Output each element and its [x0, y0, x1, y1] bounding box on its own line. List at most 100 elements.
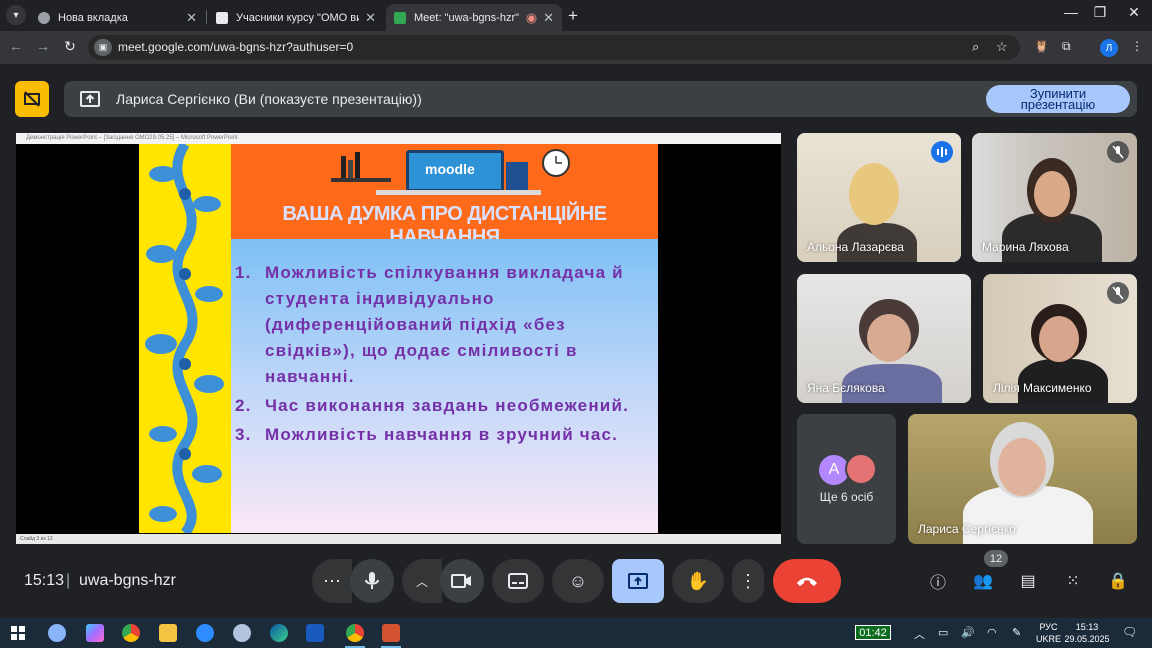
- avatar: [845, 453, 877, 485]
- chrome-profile-icon[interactable]: [346, 624, 364, 642]
- video-person: [1039, 316, 1079, 362]
- forward-icon[interactable]: →: [33, 38, 53, 54]
- captions-icon: [508, 573, 528, 589]
- slide: moodle ВАША ДУМКА ПРО ДИСТАНЦІЙНЕ НАВЧАН…: [139, 144, 658, 533]
- edge-icon[interactable]: [270, 624, 288, 642]
- microphone-button[interactable]: [350, 559, 394, 603]
- file-explorer-icon[interactable]: [159, 624, 177, 642]
- profile-avatar[interactable]: Л: [1100, 39, 1118, 57]
- others-count-label: Ще 6 осіб: [819, 490, 874, 504]
- desk-image: [376, 190, 541, 195]
- camera-icon: [451, 574, 471, 588]
- site-info-icon[interactable]: ▣: [94, 39, 112, 56]
- address-bar[interactable]: ▣ meet.google.com/uwa-bgns-hzr?authuser=…: [88, 35, 1020, 60]
- host-controls-icon[interactable]: 🔒: [1105, 568, 1131, 594]
- bookshelf-image: [331, 178, 391, 182]
- presentation-hidden-button[interactable]: [15, 81, 49, 117]
- people-icon[interactable]: 👥: [970, 568, 996, 594]
- zoom-icon[interactable]: [196, 624, 214, 642]
- reload-icon[interactable]: ↻: [60, 38, 80, 55]
- windows-start-icon[interactable]: [11, 626, 25, 640]
- chevron-up-icon: ︿: [415, 574, 428, 589]
- meeting-info-icon[interactable]: ⓘ: [925, 568, 951, 594]
- system-date: 29.05.2025: [1064, 634, 1110, 644]
- list-text: Можливість спілкування викладача й студе…: [265, 263, 624, 386]
- captions-button[interactable]: [492, 559, 544, 603]
- new-tab-button[interactable]: +: [568, 6, 578, 26]
- volume-icon[interactable]: 🔊: [961, 626, 975, 639]
- extension-owl-icon[interactable]: 🦉: [1034, 39, 1049, 53]
- clock-image: [542, 149, 570, 177]
- participant-name: Марина Ляхова: [982, 240, 1069, 254]
- participant-tile[interactable]: Лілія Максименко: [983, 274, 1137, 403]
- tab-title: Учасники курсу "ОМО виклад: [236, 11, 359, 24]
- zoom-icon[interactable]: ⌕: [972, 39, 979, 55]
- stop-presenting-label-line2: презентацію: [1020, 97, 1096, 112]
- menu-kebab-icon[interactable]: ⋮: [1131, 39, 1143, 53]
- participant-tile[interactable]: Марина Ляхова: [972, 133, 1137, 262]
- participant-tile[interactable]: Лариса Сергієнко: [908, 414, 1137, 544]
- powerpoint-title-bar: Демонстрація PowerPoint – [Засідання ОМО…: [16, 133, 781, 144]
- moodle-page-icon: [216, 11, 228, 24]
- participant-tile[interactable]: Яна Бєлякова: [797, 274, 971, 403]
- chevron-up-icon[interactable]: ︿: [914, 626, 925, 642]
- others-tile[interactable]: A Ще 6 осіб: [797, 414, 896, 544]
- keyboard-layout: UKRE: [1036, 634, 1062, 644]
- tab-search-button[interactable]: ▾: [6, 5, 26, 25]
- language-code: РУС: [1039, 622, 1058, 632]
- close-icon[interactable]: ✕: [186, 10, 197, 26]
- emoji-icon: ☺: [568, 570, 588, 591]
- stop-presenting-button[interactable]: Зупинити презентацію: [986, 85, 1130, 113]
- language-indicator[interactable]: РУС UKRE: [1036, 621, 1061, 645]
- presentation-timer[interactable]: 01:42: [855, 625, 891, 640]
- participant-tile[interactable]: Альона Лазарєва: [797, 133, 961, 262]
- camera-button[interactable]: [440, 559, 484, 603]
- more-options-button[interactable]: ⋮: [732, 559, 764, 603]
- tab-course-participants[interactable]: Учасники курсу "ОМО виклад ✕: [208, 4, 384, 31]
- tab-meet[interactable]: Meet: "uwa-bgns-hzr" ◉ ✕: [386, 4, 562, 31]
- participant-name: Лариса Сергієнко: [918, 522, 1016, 536]
- weather-app-icon[interactable]: [48, 624, 66, 642]
- video-person: [998, 438, 1046, 496]
- url-text: meet.google.com/uwa-bgns-hzr?authuser=0: [118, 40, 354, 54]
- leave-call-button[interactable]: [773, 559, 841, 603]
- chrome-icon[interactable]: [122, 624, 140, 642]
- present-screen-icon: [80, 91, 100, 107]
- system-clock[interactable]: 15:13 29.05.2025: [1062, 621, 1112, 645]
- notification-icon[interactable]: 🗨: [1122, 625, 1137, 639]
- audio-options-button[interactable]: ⋯: [312, 559, 352, 603]
- browser-toolbar: ← → ↻ ▣ meet.google.com/uwa-bgns-hzr?aut…: [0, 31, 1152, 64]
- minimize-icon[interactable]: —: [1056, 4, 1086, 20]
- close-window-icon[interactable]: ✕: [1119, 4, 1149, 21]
- tab-new-tab[interactable]: Нова вкладка ✕: [30, 4, 205, 31]
- list-number: 3.: [235, 425, 252, 444]
- chat-icon[interactable]: ▤: [1015, 568, 1041, 594]
- video-person: [867, 314, 911, 362]
- close-icon[interactable]: ✕: [543, 10, 554, 26]
- restore-icon[interactable]: ❐: [1085, 4, 1115, 21]
- powerpoint-icon[interactable]: [382, 624, 400, 642]
- presentation-view: Демонстрація PowerPoint – [Засідання ОМО…: [16, 133, 781, 544]
- raise-hand-button[interactable]: ✋: [672, 559, 724, 603]
- video-options-button[interactable]: ︿: [402, 559, 442, 603]
- battery-icon[interactable]: ▭: [938, 626, 948, 639]
- speaking-indicator-icon: [931, 141, 953, 163]
- presenting-banner: Лариса Сергієнко (Ви (показуєте презента…: [64, 81, 1137, 117]
- reactions-button[interactable]: ☺: [552, 559, 604, 603]
- pen-icon[interactable]: ✎: [1012, 626, 1021, 639]
- back-icon[interactable]: ←: [6, 38, 26, 54]
- bookmark-star-icon[interactable]: ☆: [996, 39, 1008, 55]
- extensions-icon[interactable]: ⧉: [1062, 39, 1071, 54]
- copilot-icon[interactable]: [86, 624, 104, 642]
- close-icon[interactable]: ✕: [365, 10, 376, 26]
- wifi-icon[interactable]: ◠: [987, 626, 997, 639]
- tab-title: Meet: "uwa-bgns-hzr": [414, 11, 520, 24]
- mic-off-icon: [1107, 141, 1129, 163]
- moodle-monitor-image: moodle: [406, 150, 504, 192]
- list-item: 1. Можливість спілкування викладача й ст…: [235, 260, 655, 390]
- activities-icon[interactable]: ⁙: [1060, 568, 1086, 594]
- word-icon[interactable]: [306, 624, 324, 642]
- app-icon[interactable]: [233, 624, 251, 642]
- video-person: [849, 163, 899, 225]
- present-now-button[interactable]: [612, 559, 664, 603]
